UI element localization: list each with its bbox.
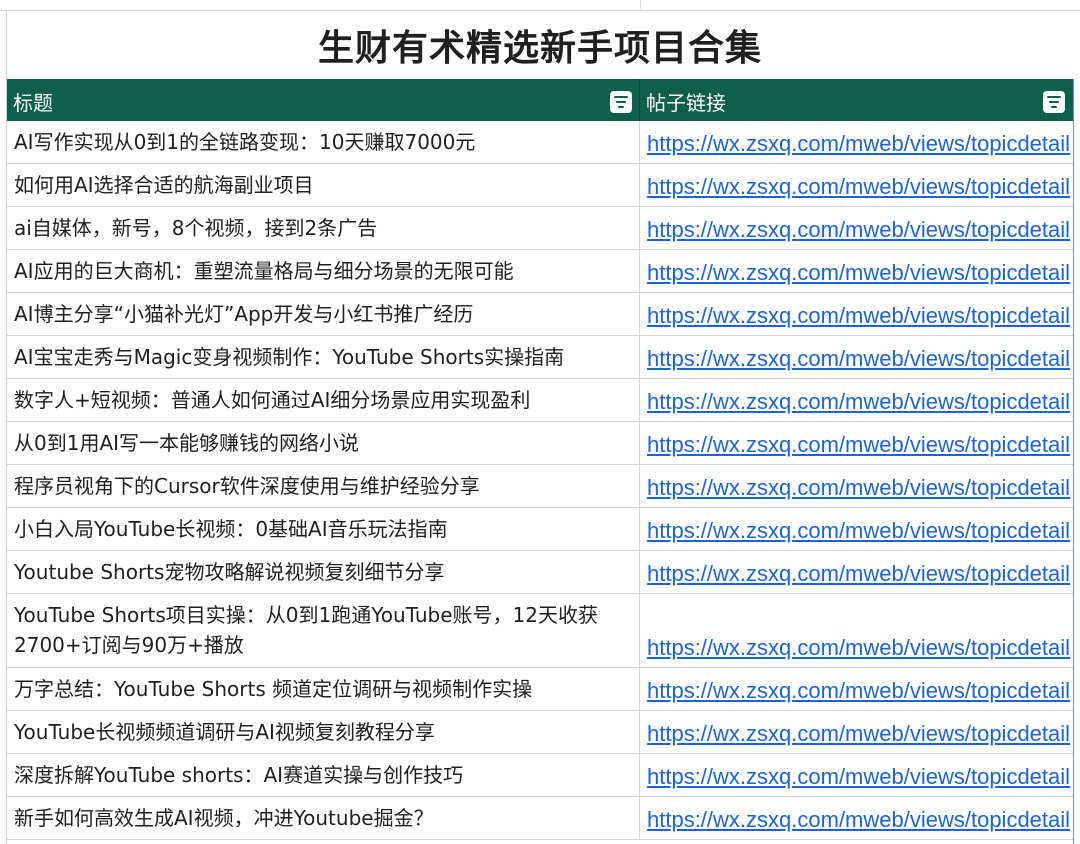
link-cell[interactable]: https://wx.zsxq.com/mweb/views/topicdeta… [640, 207, 1073, 249]
link-cell[interactable]: https://wx.zsxq.com/mweb/views/topicdeta… [640, 508, 1073, 550]
title-cell[interactable]: 小白入局YouTube长视频：0基础AI音乐玩法指南 [7, 508, 640, 550]
title-cell[interactable]: 程序员视角下的Cursor软件深度使用与维护经验分享 [7, 465, 640, 507]
table-row: Youtube Shorts宠物攻略解说视频复刻细节分享 https://wx.z… [7, 551, 1073, 594]
link-cell[interactable]: https://wx.zsxq.com/mweb/views/topicdeta… [640, 711, 1073, 753]
table-row: AI应用的巨大商机：重塑流量格局与细分场景的无限可能 https://wx.zsx… [7, 250, 1073, 293]
header-label-link: 帖子链接 [646, 91, 726, 115]
title-cell[interactable]: 数字人+短视频：普通人如何通过AI细分场景应用实现盈利 [7, 379, 640, 421]
link-cell[interactable]: https://wx.zsxq.com/mweb/views/topicdeta… [640, 336, 1073, 378]
sheet-title[interactable]: 生财有术精选新手项目合集 [7, 11, 1073, 79]
table-row: YouTube Shorts项目实操：从0到1跑通YouTube账号，12天收获… [7, 594, 1073, 668]
table-row: 新手如何高效生成AI视频，冲进Youtube掘金？ https://wx.zsxq… [7, 797, 1073, 840]
table-row: 数字人+短视频：普通人如何通过AI细分场景应用实现盈利 https://wx.zs… [7, 379, 1073, 422]
table-row: 万字总结：YouTube Shorts 频道定位调研与视频制作实操 https:/… [7, 668, 1073, 711]
title-cell[interactable]: 新手如何高效生成AI视频，冲进Youtube掘金？ [7, 797, 640, 839]
link-cell[interactable]: https://wx.zsxq.com/mweb/views/topicdeta… [640, 465, 1073, 507]
table-row: AI写作实现从0到1的全链路变现：10天赚取7000元 https://wx.zs… [7, 121, 1073, 164]
link-cell[interactable]: https://wx.zsxq.com/mweb/views/topicdeta… [640, 422, 1073, 464]
spreadsheet: 生财有术精选新手项目合集 标题 帖子链接 AI写作实现从0到1的全链路变现：10… [0, 0, 1080, 844]
title-cell[interactable]: YouTube Shorts项目实操：从0到1跑通YouTube账号，12天收获… [7, 594, 640, 667]
table-row: 程序员视角下的Cursor软件深度使用与维护经验分享 https://wx.zsx… [7, 465, 1073, 508]
link-cell[interactable]: https://wx.zsxq.com/mweb/views/topicdeta… [640, 594, 1073, 667]
table-row: 从0到1用AI写一本能够赚钱的网络小说 https://wx.zsxq.com/m… [7, 422, 1073, 465]
table-row: 小白入局YouTube长视频：0基础AI音乐玩法指南 https://wx.zsx… [7, 508, 1073, 551]
title-cell[interactable]: Youtube Shorts宠物攻略解说视频复刻细节分享 [7, 551, 640, 593]
table-row: 深度拆解YouTube shorts：AI赛道实操与创作技巧 https://wx… [7, 754, 1073, 797]
header-label-title: 标题 [13, 91, 53, 115]
filter-icon[interactable] [1043, 91, 1065, 113]
link-cell[interactable]: https://wx.zsxq.com/mweb/views/topicdeta… [640, 121, 1073, 163]
header-cell-title[interactable]: 标题 [7, 79, 640, 121]
title-cell[interactable]: 如何用AI选择合适的航海副业项目 [7, 164, 640, 206]
title-cell[interactable]: 从0到1用AI写一本能够赚钱的网络小说 [7, 422, 640, 464]
selection-border [1073, 79, 1074, 844]
link-cell[interactable]: https://wx.zsxq.com/mweb/views/topicdeta… [640, 754, 1073, 796]
table-row: AI宝宝走秀与Magic变身视频制作：YouTube Shorts实操指南 htt… [7, 336, 1073, 379]
title-cell[interactable]: AI写作实现从0到1的全链路变现：10天赚取7000元 [7, 121, 640, 163]
title-cell[interactable]: YouTube长视频频道调研与AI视频复刻教程分享 [7, 711, 640, 753]
title-cell[interactable]: 深度拆解YouTube shorts：AI赛道实操与创作技巧 [7, 754, 640, 796]
link-cell[interactable]: https://wx.zsxq.com/mweb/views/topicdeta… [640, 164, 1073, 206]
link-cell[interactable]: https://wx.zsxq.com/mweb/views/topicdeta… [640, 250, 1073, 292]
table-row: YouTube长视频频道调研与AI视频复刻教程分享 https://wx.zsxq… [7, 711, 1073, 754]
header-cell-link[interactable]: 帖子链接 [640, 79, 1073, 121]
table-row: AI博主分享“小猫补光灯”App开发与小红书推广经历 https://wx.zsx… [7, 293, 1073, 336]
link-cell[interactable]: https://wx.zsxq.com/mweb/views/topicdeta… [640, 668, 1073, 710]
table-header: 标题 帖子链接 [7, 79, 1073, 121]
sheet-right-gutter [1074, 79, 1080, 844]
title-cell[interactable]: AI应用的巨大商机：重塑流量格局与细分场景的无限可能 [7, 250, 640, 292]
column-header-strip [0, 0, 1080, 11]
title-cell[interactable]: 万字总结：YouTube Shorts 频道定位调研与视频制作实操 [7, 668, 640, 710]
title-cell[interactable]: AI宝宝走秀与Magic变身视频制作：YouTube Shorts实操指南 [7, 336, 640, 378]
table-row: ai自媒体，新号，8个视频，接到2条广告 https://wx.zsxq.com/… [7, 207, 1073, 250]
title-cell[interactable]: AI博主分享“小猫补光灯”App开发与小红书推广经历 [7, 293, 640, 335]
title-cell[interactable]: ai自媒体，新号，8个视频，接到2条广告 [7, 207, 640, 249]
link-cell[interactable]: https://wx.zsxq.com/mweb/views/topicdeta… [640, 797, 1073, 839]
link-cell[interactable]: https://wx.zsxq.com/mweb/views/topicdeta… [640, 293, 1073, 335]
link-cell[interactable]: https://wx.zsxq.com/mweb/views/topicdeta… [640, 551, 1073, 593]
filter-icon[interactable] [610, 91, 632, 113]
link-cell[interactable]: https://wx.zsxq.com/mweb/views/topicdeta… [640, 379, 1073, 421]
table-row: 如何用AI选择合适的航海副业项目 https://wx.zsxq.com/mweb… [7, 164, 1073, 207]
